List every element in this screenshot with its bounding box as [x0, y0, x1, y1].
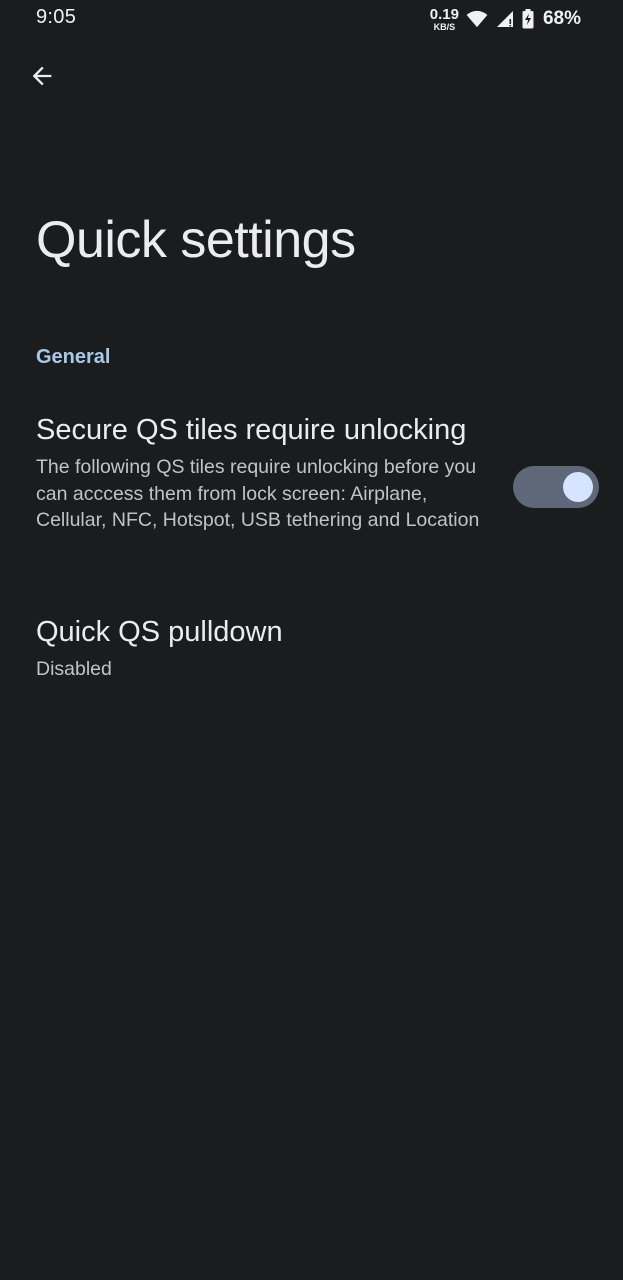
preference-title: Secure QS tiles require unlocking — [36, 414, 467, 446]
secure-qs-tiles-toggle[interactable] — [513, 466, 599, 508]
preference-summary: The following QS tiles require unlocking… — [36, 456, 480, 531]
status-time: 9:05 — [36, 6, 77, 28]
preference-text: Secure QS tiles require unlocking The fo… — [36, 412, 496, 534]
status-bar: 9:05 0.19 KB/S 68% — [0, 0, 623, 40]
page-title: Quick settings — [36, 211, 356, 269]
network-speed-value: 0.19 — [429, 5, 459, 23]
battery-percentage: 68% — [542, 8, 581, 29]
network-speed: 0.19 KB/S — [430, 7, 459, 32]
preference-title: Quick QS pulldown — [36, 616, 283, 648]
quick-qs-pulldown-preference[interactable]: Quick QS pulldown Disabled — [0, 614, 623, 694]
toggle-thumb — [563, 472, 593, 502]
preference-summary: Disabled — [36, 658, 112, 680]
status-icons: 0.19 KB/S 68% — [430, 4, 581, 34]
cellular-signal-icon — [495, 10, 515, 28]
preference-text: Quick QS pulldown Disabled — [36, 614, 576, 683]
network-speed-unit: KB/S — [433, 21, 456, 32]
section-header-general: General — [36, 346, 111, 368]
arrow-back-icon — [28, 62, 56, 95]
battery-charging-icon — [522, 9, 534, 29]
back-button[interactable] — [22, 58, 62, 98]
wifi-icon — [466, 10, 488, 28]
